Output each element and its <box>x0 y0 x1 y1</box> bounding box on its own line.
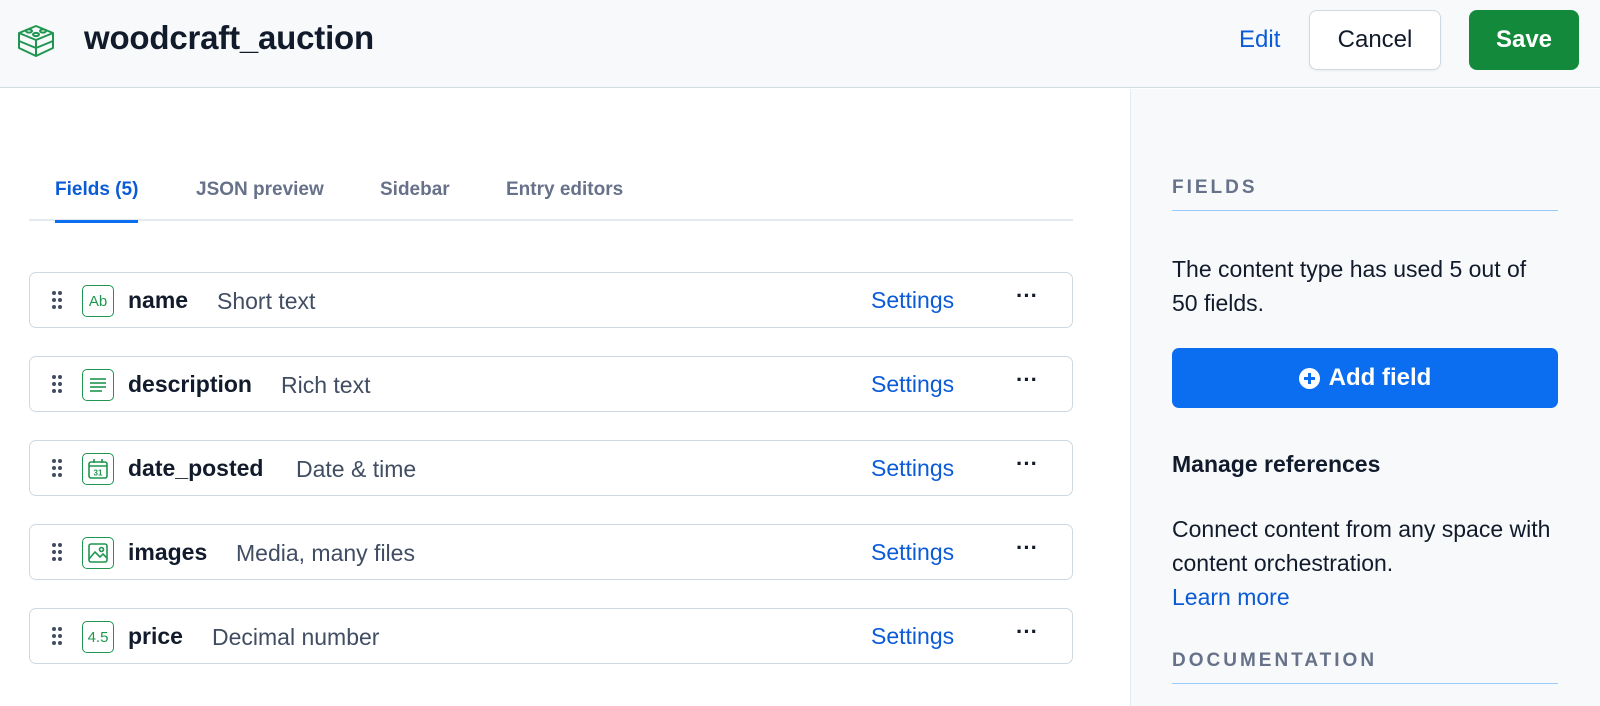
right-sidebar: FIELDS The content type has used 5 out o… <box>1130 89 1600 706</box>
connect-text: Connect content from any space with cont… <box>1172 516 1551 576</box>
field-type: Short text <box>217 288 316 314</box>
content-type-icon <box>18 25 54 57</box>
tab-fields[interactable]: Fields (5) <box>55 167 139 223</box>
field-type: Date & time <box>296 456 417 482</box>
field-name: price <box>128 623 183 649</box>
tab-sidebar[interactable]: Sidebar <box>380 167 450 221</box>
field-settings-link[interactable]: Settings <box>871 539 954 566</box>
more-options-icon[interactable]: ··· <box>1012 283 1042 317</box>
cancel-button[interactable]: Cancel <box>1309 10 1441 70</box>
tab-entry-editors[interactable]: Entry editors <box>506 167 623 221</box>
app-header: woodcraft_auction Edit Cancel Save <box>0 0 1600 88</box>
more-options-icon[interactable]: ··· <box>1012 451 1042 485</box>
field-settings-link[interactable]: Settings <box>871 287 954 314</box>
drag-handle-icon[interactable] <box>50 374 64 394</box>
field-type: Rich text <box>281 372 371 398</box>
field-row[interactable]: Ab name Short text Settings ··· <box>29 272 1073 328</box>
decimal-number-icon: 4.5 <box>82 621 114 653</box>
save-button[interactable]: Save <box>1469 10 1579 70</box>
add-field-label: Add field <box>1328 364 1432 391</box>
manage-references-heading: Manage references <box>1172 451 1381 477</box>
edit-button[interactable]: Edit <box>1239 26 1280 54</box>
more-options-icon[interactable]: ··· <box>1012 535 1042 569</box>
field-settings-link[interactable]: Settings <box>871 371 954 398</box>
field-name: description <box>128 371 252 397</box>
field-row[interactable]: description Rich text Settings ··· <box>29 356 1073 412</box>
fields-heading: FIELDS <box>1172 177 1258 198</box>
drag-handle-icon[interactable] <box>50 458 64 478</box>
field-type: Decimal number <box>212 624 380 650</box>
field-type: Media, many files <box>236 540 415 566</box>
more-options-icon[interactable]: ··· <box>1012 619 1042 653</box>
calendar-icon: 31 <box>82 453 114 485</box>
documentation-heading: DOCUMENTATION <box>1172 650 1378 671</box>
more-options-icon[interactable]: ··· <box>1012 367 1042 401</box>
field-name: date_posted <box>128 455 264 481</box>
drag-handle-icon[interactable] <box>50 290 64 310</box>
drag-handle-icon[interactable] <box>50 626 64 646</box>
short-text-icon: Ab <box>82 285 114 317</box>
divider <box>1172 210 1558 211</box>
field-settings-link[interactable]: Settings <box>871 623 954 650</box>
add-field-button[interactable]: Add field <box>1172 348 1558 408</box>
rich-text-icon <box>82 369 114 401</box>
field-name: images <box>128 539 208 565</box>
fields-usage-text: The content type has used 5 out of 50 fi… <box>1172 256 1527 316</box>
calendar-day-number: 31 <box>94 469 103 478</box>
plus-circle-icon <box>1298 367 1320 389</box>
divider <box>1172 683 1558 684</box>
field-row[interactable]: images Media, many files Settings ··· <box>29 524 1073 580</box>
learn-more-link[interactable]: Learn more <box>1172 580 1558 614</box>
image-icon <box>82 537 114 569</box>
tab-json-preview[interactable]: JSON preview <box>196 167 324 221</box>
drag-handle-icon[interactable] <box>50 542 64 562</box>
field-name: name <box>128 287 189 313</box>
field-row[interactable]: 4.5 price Decimal number Settings ··· <box>29 608 1073 664</box>
tab-bar: Fields (5) JSON preview Sidebar Entry ed… <box>29 167 1073 223</box>
page-title: woodcraft_auction <box>84 19 374 56</box>
field-row[interactable]: 31 date_posted Date & time Settings ··· <box>29 440 1073 496</box>
field-settings-link[interactable]: Settings <box>871 455 954 482</box>
main-panel: Fields (5) JSON preview Sidebar Entry ed… <box>0 89 1130 706</box>
